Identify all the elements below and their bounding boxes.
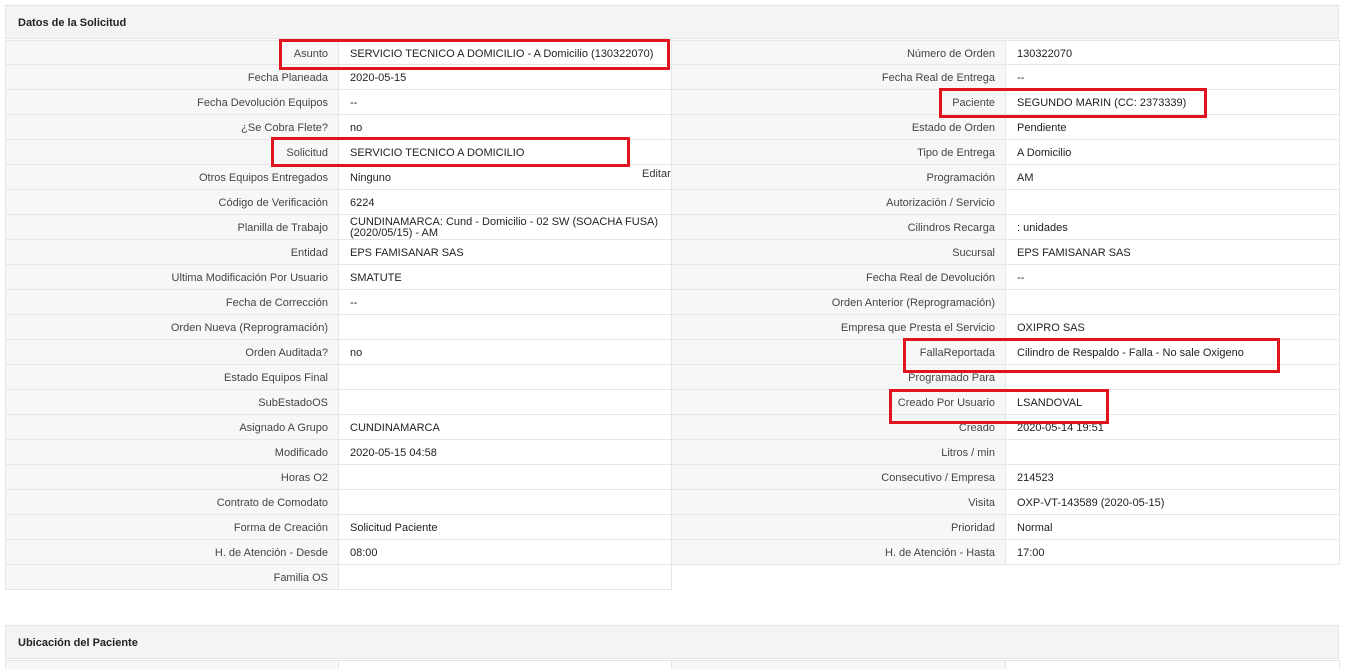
field-label-litros-min: Litros / min [672, 440, 1006, 465]
section-header-ubicacion-paciente: Ubicación del Paciente [5, 625, 1339, 659]
field-label-asignado-a-grupo: Asignado A Grupo [5, 415, 339, 440]
field-label-fecha-devolucion-equipos: Fecha Devolución Equipos [5, 90, 339, 115]
field-value-se-cobra-flete: no [339, 115, 672, 140]
field-label-planilla-de-trabajo: Planilla de Trabajo [5, 215, 339, 240]
field-label-fecha-de-correccion: Fecha de Corrección [5, 290, 339, 315]
field-value-h-de-atencion-desde: 08:00 [339, 540, 672, 565]
field-label-entidad: Entidad [5, 240, 339, 265]
field-value-programacion: AM [1006, 165, 1340, 190]
field-value-familia-os [339, 565, 672, 590]
field-value-h-de-atencion-hasta: 17:00 [1006, 540, 1340, 565]
field-label-subestadoos: SubEstadoOS [5, 390, 339, 415]
field-label-creado: Creado [672, 415, 1006, 440]
field-value-subestadoos [339, 390, 672, 415]
field-value-asignado-a-grupo: CUNDINAMARCA [339, 415, 672, 440]
field-value-otros-equipos-entregados: Ninguno [339, 165, 672, 190]
field-label-h-de-atencion-desde: H. de Atención - Desde [5, 540, 339, 565]
field-value-empresa-que-presta-el-servicio: OXIPRO SAS [1006, 315, 1340, 340]
field-label-fecha-real-de-entrega: Fecha Real de Entrega [672, 65, 1006, 90]
field-label-codigo-de-verificacion: Código de Verificación [5, 190, 339, 215]
field-label-fecha-real-de-devolucion: Fecha Real de Devolución [672, 265, 1006, 290]
field-value-entidad: EPS FAMISANAR SAS [339, 240, 672, 265]
edit-link[interactable]: Editar [642, 168, 671, 180]
field-label-fallareportada: FallaReportada [672, 340, 1006, 365]
field-value-autorizacion-servicio [1006, 190, 1340, 215]
field-label-contrato-de-comodato: Contrato de Comodato [5, 490, 339, 515]
field-label-programacion: Programación [672, 165, 1006, 190]
field-label-consecutivo-empresa: Consecutivo / Empresa [672, 465, 1006, 490]
field-value-fecha-real-de-entrega: -- [1006, 65, 1340, 90]
field-label-paciente: Paciente [672, 90, 1006, 115]
ubicacion-label-cell [672, 660, 1006, 669]
field-value-prioridad: Normal [1006, 515, 1340, 540]
field-value-forma-de-creacion: Solicitud Paciente [339, 515, 672, 540]
field-value-estado-de-orden: Pendiente [1006, 115, 1340, 140]
ubicacion-label-cell [5, 660, 339, 669]
field-value-estado-equipos-final [339, 365, 672, 390]
field-value-orden-auditada: no [339, 340, 672, 365]
field-value-numero-de-orden: 130322070 [1006, 40, 1340, 65]
field-label-forma-de-creacion: Forma de Creación [5, 515, 339, 540]
section-title: Datos de la Solicitud [18, 17, 127, 29]
field-value-modificado: 2020-05-15 04:58 [339, 440, 672, 465]
field-value-orden-nueva-reprogramacion [339, 315, 672, 340]
field-value-creado-por-usuario: LSANDOVAL [1006, 390, 1340, 415]
field-label-autorizacion-servicio: Autorización / Servicio [672, 190, 1006, 215]
field-label-ultima-modificacion-por-usuario: Ultima Modificación Por Usuario [5, 265, 339, 290]
field-value-tipo-de-entrega: A Domicilio [1006, 140, 1340, 165]
field-label-horas-o2: Horas O2 [5, 465, 339, 490]
section-header-datos-solicitud: Datos de la Solicitud [5, 5, 1339, 39]
field-label-orden-auditada: Orden Auditada? [5, 340, 339, 365]
field-value-fallareportada: Cilindro de Respaldo - Falla - No sale O… [1006, 340, 1340, 365]
field-label-orden-nueva-reprogramacion: Orden Nueva (Reprogramación) [5, 315, 339, 340]
field-label-creado-por-usuario: Creado Por Usuario [672, 390, 1006, 415]
field-label-se-cobra-flete: ¿Se Cobra Flete? [5, 115, 339, 140]
field-value-solicitud: SERVICIO TECNICO A DOMICILIO [339, 140, 672, 165]
field-value-contrato-de-comodato [339, 490, 672, 515]
field-value-programado-para [1006, 365, 1340, 390]
field-value-fecha-devolucion-equipos: -- [339, 90, 672, 115]
field-value-fecha-real-de-devolucion: -- [1006, 265, 1340, 290]
field-value-visita: OXP-VT-143589 (2020-05-15) [1006, 490, 1340, 515]
field-label-solicitud: Solicitud [5, 140, 339, 165]
field-value-creado: 2020-05-14 19:51 [1006, 415, 1340, 440]
field-label-numero-de-orden: Número de Orden [672, 40, 1006, 65]
field-label-estado-equipos-final: Estado Equipos Final [5, 365, 339, 390]
field-value-fecha-de-correccion: -- [339, 290, 672, 315]
field-value-consecutivo-empresa: 214523 [1006, 465, 1340, 490]
field-label-tipo-de-entrega: Tipo de Entrega [672, 140, 1006, 165]
field-label-modificado: Modificado [5, 440, 339, 465]
field-label-prioridad: Prioridad [672, 515, 1006, 540]
field-label-orden-anterior-reprogramacion: Orden Anterior (Reprogramación) [672, 290, 1006, 315]
field-value-codigo-de-verificacion: 6224 [339, 190, 672, 215]
field-label-programado-para: Programado Para [672, 365, 1006, 390]
field-label-cilindros-recarga: Cilindros Recarga [672, 215, 1006, 240]
field-value-horas-o2 [339, 465, 672, 490]
field-value-ultima-modificacion-por-usuario: SMATUTE [339, 265, 672, 290]
field-label-asunto: Asunto [5, 40, 339, 65]
field-value-planilla-de-trabajo: CUNDINAMARCA: Cund - Domicilio - 02 SW (… [339, 215, 672, 240]
field-value-litros-min [1006, 440, 1340, 465]
field-value-sucursal: EPS FAMISANAR SAS [1006, 240, 1340, 265]
field-label-estado-de-orden: Estado de Orden [672, 115, 1006, 140]
ubicacion-value-cell [1006, 660, 1340, 669]
field-label-sucursal: Sucursal [672, 240, 1006, 265]
field-value-orden-anterior-reprogramacion [1006, 290, 1340, 315]
field-label-fecha-planeada: Fecha Planeada [5, 65, 339, 90]
field-label-h-de-atencion-hasta: H. de Atención - Hasta [672, 540, 1006, 565]
ubicacion-value-cell [339, 660, 672, 669]
section-title: Ubicación del Paciente [18, 637, 138, 649]
field-label-empresa-que-presta-el-servicio: Empresa que Presta el Servicio [672, 315, 1006, 340]
field-value-fecha-planeada: 2020-05-15 [339, 65, 672, 90]
field-value-paciente: SEGUNDO MARIN (CC: 2373339) [1006, 90, 1340, 115]
field-label-otros-equipos-entregados: Otros Equipos Entregados [5, 165, 339, 190]
field-value-cilindros-recarga: : unidades [1006, 215, 1340, 240]
field-label-visita: Visita [672, 490, 1006, 515]
field-label-familia-os: Familia OS [5, 565, 339, 590]
field-value-asunto: SERVICIO TECNICO A DOMICILIO - A Domicil… [339, 40, 672, 65]
